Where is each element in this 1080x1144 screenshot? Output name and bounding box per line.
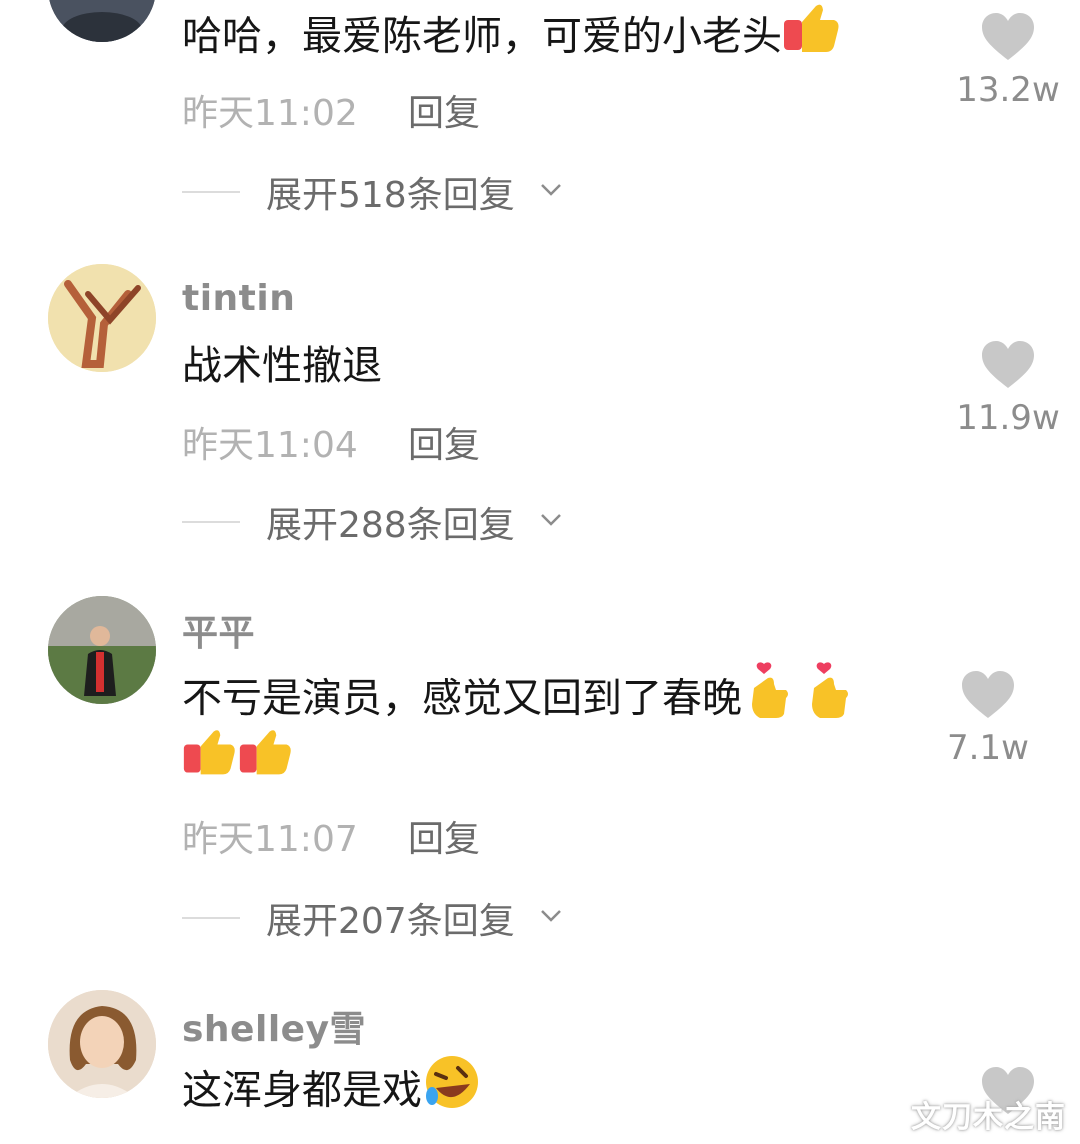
like-count: 11.9w: [956, 398, 1060, 438]
chevron-down-icon: [541, 184, 561, 196]
reply-button[interactable]: 回复: [408, 416, 480, 468]
like-count: 13.2w: [956, 70, 1060, 110]
thumbs-up-emoji: [182, 726, 238, 799]
divider: [182, 191, 240, 193]
comment-time: 昨天11:07: [182, 819, 358, 860]
username[interactable]: 平平: [182, 604, 255, 656]
avatar[interactable]: [48, 990, 156, 1098]
comment-text: 战术性撤退: [182, 343, 382, 389]
chevron-down-icon: [541, 514, 561, 526]
username[interactable]: tintin: [182, 278, 295, 319]
like-button[interactable]: 11.9w: [956, 340, 1060, 438]
finger-heart-emoji: [806, 660, 852, 741]
expand-replies-label: 展开518条回复: [266, 175, 515, 216]
comment-time: 昨天11:02: [182, 93, 358, 134]
heart-icon: [982, 341, 1034, 388]
thumbs-up-emoji: [782, 2, 842, 75]
like-count: 7.1w: [947, 728, 1029, 768]
avatar[interactable]: [48, 596, 156, 704]
avatar[interactable]: [48, 0, 156, 42]
reply-button[interactable]: 回复: [408, 810, 480, 862]
watermark: 文刀木之南: [911, 1100, 1066, 1135]
username[interactable]: shelley雪: [182, 1000, 366, 1052]
expand-replies-label: 展开288条回复: [266, 505, 515, 546]
heart-icon: [962, 671, 1014, 718]
like-button[interactable]: 13.2w: [956, 12, 1060, 110]
reply-button[interactable]: 回复: [408, 84, 480, 136]
divider: [182, 917, 240, 919]
comment-emoji-line: [182, 726, 294, 799]
thumbs-up-emoji: [238, 726, 294, 799]
divider: [182, 521, 240, 523]
avatar[interactable]: [48, 264, 156, 372]
comment-text: 这浑身都是戏: [182, 1054, 482, 1131]
finger-heart-emoji: [746, 660, 792, 741]
expand-replies-label: 展开207条回复: [266, 901, 515, 942]
comment-time: 昨天11:04: [182, 425, 358, 466]
heart-icon: [982, 13, 1034, 60]
like-button[interactable]: 7.1w: [936, 670, 1040, 768]
comment-text: 哈哈，最爱陈老师，可爱的小老头: [182, 2, 842, 75]
chevron-down-icon: [541, 910, 561, 922]
rofl-emoji: [422, 1054, 482, 1131]
